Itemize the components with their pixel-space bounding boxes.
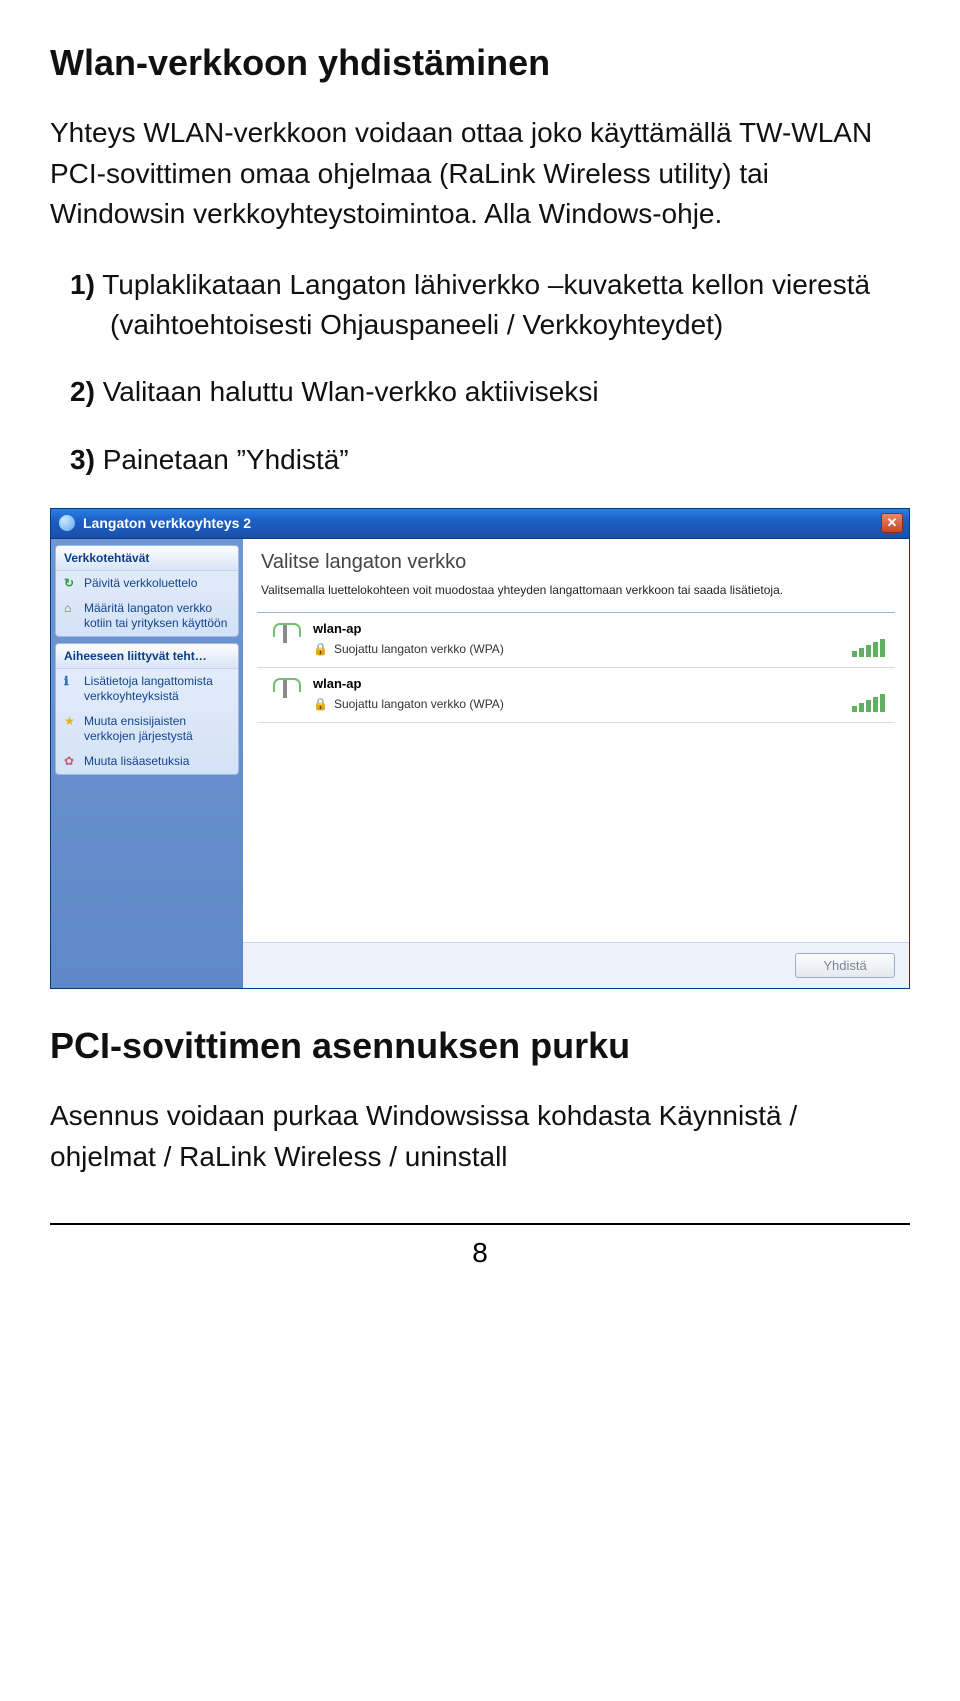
step-3-text: Painetaan ”Yhdistä” (103, 444, 349, 475)
main-description: Valitsemalla luettelokohteen voit muodos… (261, 582, 891, 598)
step-1-text: Tuplaklikataan Langaton lähiverkko –kuva… (102, 269, 870, 340)
sidebar-item-label: Lisätietoja langattomista verkkoyhteyksi… (84, 674, 230, 704)
sidebar-item-refresh[interactable]: Päivitä verkkoluettelo (56, 571, 238, 596)
section-heading-uninstall: PCI-sovittimen asennuksen purku (50, 1023, 910, 1068)
sidebar-item-change-order[interactable]: Muuta ensisijaisten verkkojen järjestyst… (56, 709, 238, 749)
sidebar-header-related: Aiheeseen liittyvät teht… (56, 644, 238, 669)
step-1: 1) Tuplaklikataan Langaton lähiverkko –k… (50, 265, 910, 345)
lock-icon (313, 697, 328, 711)
info-icon (64, 674, 78, 688)
horizontal-rule (50, 1223, 910, 1225)
sidebar-item-setup-network[interactable]: Määritä langaton verkko kotiin tai yrity… (56, 596, 238, 636)
main-pane: Valitse langaton verkko Valitsemalla lue… (243, 539, 909, 988)
sidebar-group-related: Aiheeseen liittyvät teht… Lisätietoja la… (55, 643, 239, 775)
lock-icon (313, 642, 328, 656)
star-icon (64, 714, 78, 728)
close-button[interactable]: ✕ (881, 513, 903, 533)
sidebar-item-label: Muuta ensisijaisten verkkojen järjestyst… (84, 714, 230, 744)
connect-button[interactable]: Yhdistä (795, 953, 895, 978)
network-name: wlan-ap (313, 621, 827, 636)
signal-bars-icon (852, 639, 885, 657)
sidebar-item-label: Päivitä verkkoluettelo (84, 576, 197, 591)
refresh-icon (64, 576, 78, 590)
window-title-bar: Langaton verkkoyhteys 2 ✕ (51, 509, 909, 539)
network-security: Suojattu langaton verkko (WPA) (334, 642, 504, 656)
sidebar-group-tasks: Verkkotehtävät Päivitä verkkoluettelo Mä… (55, 545, 239, 637)
home-icon (64, 601, 78, 615)
sidebar-item-more-info[interactable]: Lisätietoja langattomista verkkoyhteyksi… (56, 669, 238, 709)
screenshot-wireless-dialog: Langaton verkkoyhteys 2 ✕ Verkkotehtävät… (50, 508, 910, 989)
network-name: wlan-ap (313, 676, 827, 691)
step-3: 3) Painetaan ”Yhdistä” (50, 440, 910, 480)
sidebar-item-label: Määritä langaton verkko kotiin tai yrity… (84, 601, 230, 631)
network-item[interactable]: wlan-ap Suojattu langaton verkko (WPA) (257, 668, 895, 723)
page-number: 8 (50, 1237, 910, 1269)
close-icon: ✕ (887, 515, 898, 531)
window-title: Langaton verkkoyhteys 2 (83, 515, 251, 531)
sidebar: Verkkotehtävät Päivitä verkkoluettelo Mä… (51, 539, 243, 988)
step-2-text: Valitaan haluttu Wlan-verkko aktiiviseks… (103, 376, 599, 407)
sidebar-item-label: Muuta lisäasetuksia (84, 754, 189, 769)
main-title: Valitse langaton verkko (261, 551, 891, 574)
settings-icon (64, 754, 78, 768)
network-list[interactable]: wlan-ap Suojattu langaton verkko (WPA) w… (257, 612, 895, 942)
bottom-bar: Yhdistä (243, 942, 909, 988)
network-security: Suojattu langaton verkko (WPA) (334, 697, 504, 711)
signal-bars-icon (852, 694, 885, 712)
step-2-number: 2) (70, 376, 95, 407)
section-heading: Wlan-verkkoon yhdistäminen (50, 40, 910, 85)
uninstall-paragraph: Asennus voidaan purkaa Windowsissa kohda… (50, 1096, 910, 1177)
step-3-number: 3) (70, 444, 95, 475)
step-1-number: 1) (70, 269, 95, 300)
intro-paragraph: Yhteys WLAN-verkkoon voidaan ottaa joko … (50, 113, 910, 235)
sidebar-header-tasks: Verkkotehtävät (56, 546, 238, 571)
network-item[interactable]: wlan-ap Suojattu langaton verkko (WPA) (257, 613, 895, 668)
signal-icon (271, 676, 299, 702)
step-2: 2) Valitaan haluttu Wlan-verkko aktiivis… (50, 372, 910, 412)
signal-icon (271, 621, 299, 647)
sidebar-item-advanced[interactable]: Muuta lisäasetuksia (56, 749, 238, 774)
wireless-icon (59, 515, 75, 531)
